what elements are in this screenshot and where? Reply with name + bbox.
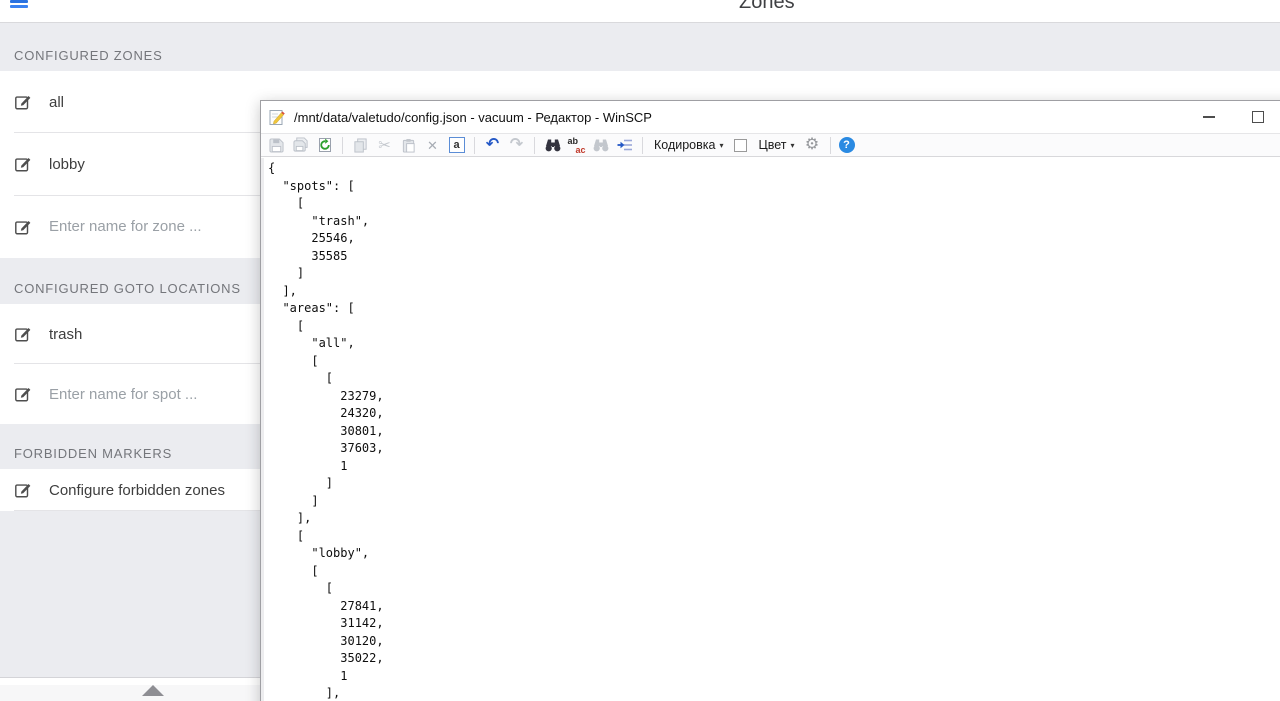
editor-document-icon bbox=[269, 109, 285, 125]
chevron-down-icon: ▾ bbox=[719, 140, 724, 150]
page-title: Zones bbox=[739, 0, 795, 13]
zone-name: all bbox=[49, 93, 65, 111]
cut-button[interactable]: ✂ bbox=[375, 136, 394, 154]
spot-name: trash bbox=[49, 325, 83, 343]
color-checkbox[interactable] bbox=[733, 138, 747, 152]
edit-icon[interactable] bbox=[14, 481, 32, 499]
preferences-button[interactable]: ⚙ bbox=[803, 136, 822, 154]
toolbar-separator bbox=[474, 136, 475, 154]
gear-icon: ⚙ bbox=[804, 136, 820, 153]
editor-content[interactable]: { "spots": [ [ "trash", 25546, 35585 ] ]… bbox=[261, 158, 1280, 701]
help-button[interactable]: ? bbox=[838, 137, 855, 153]
zone-name: lobby bbox=[49, 155, 85, 173]
section-label: CONFIGURED GOTO LOCATIONS bbox=[14, 281, 241, 296]
minimize-button[interactable] bbox=[1203, 116, 1215, 118]
window-titlebar[interactable]: /mnt/data/valetudo/config.json - vacuum … bbox=[261, 101, 1280, 133]
edit-icon[interactable] bbox=[14, 218, 32, 236]
editor-toolbar: ✂ ✕ a ↶ ↷ ab ac Кодировка ▾ Цвет ▾ ⚙ ? bbox=[261, 133, 1280, 157]
find-button[interactable] bbox=[543, 136, 562, 154]
toolbar-separator bbox=[534, 136, 535, 154]
winscp-editor-window: /mnt/data/valetudo/config.json - vacuum … bbox=[260, 100, 1280, 701]
section-label: FORBIDDEN MARKERS bbox=[14, 446, 173, 461]
edit-icon[interactable] bbox=[14, 155, 32, 173]
delete-button[interactable]: ✕ bbox=[423, 136, 442, 154]
expand-up-icon[interactable] bbox=[142, 685, 164, 696]
color-dropdown[interactable]: Цвет ▾ bbox=[756, 138, 798, 152]
undo-button[interactable]: ↶ bbox=[483, 136, 502, 154]
maximize-button[interactable] bbox=[1252, 111, 1264, 123]
find-next-button[interactable] bbox=[591, 136, 610, 154]
redo-button[interactable]: ↷ bbox=[507, 136, 526, 154]
select-all-button[interactable]: a bbox=[447, 136, 466, 154]
go-to-line-button[interactable] bbox=[615, 136, 634, 154]
paste-button[interactable] bbox=[399, 136, 418, 154]
toolbar-separator bbox=[342, 136, 343, 154]
edit-icon[interactable] bbox=[14, 385, 32, 403]
save-button[interactable] bbox=[267, 136, 286, 154]
encoding-dropdown[interactable]: Кодировка ▾ bbox=[651, 138, 727, 152]
edit-icon[interactable] bbox=[14, 93, 32, 111]
save-all-button[interactable] bbox=[291, 136, 310, 154]
chevron-down-icon: ▾ bbox=[790, 140, 795, 150]
json-text[interactable]: { "spots": [ [ "trash", 25546, 35585 ] ]… bbox=[268, 160, 1280, 701]
toolbar-separator bbox=[642, 136, 643, 154]
toolbar-separator bbox=[829, 136, 831, 154]
section-label: CONFIGURED ZONES bbox=[14, 48, 163, 63]
edit-icon[interactable] bbox=[14, 325, 32, 343]
window-title: /mnt/data/valetudo/config.json - vacuum … bbox=[294, 109, 652, 125]
forbidden-zones-label: Configure forbidden zones bbox=[49, 481, 225, 499]
copy-button[interactable] bbox=[351, 136, 370, 154]
app-topbar: Zones bbox=[0, 0, 1280, 23]
screen: Zones CONFIGURED ZONES all lobby Enter n… bbox=[0, 0, 1280, 701]
menu-icon[interactable] bbox=[10, 0, 28, 10]
replace-button[interactable]: ab ac bbox=[567, 136, 586, 155]
reload-button[interactable] bbox=[315, 136, 334, 154]
section-header-configured-zones: CONFIGURED ZONES bbox=[0, 23, 1280, 71]
